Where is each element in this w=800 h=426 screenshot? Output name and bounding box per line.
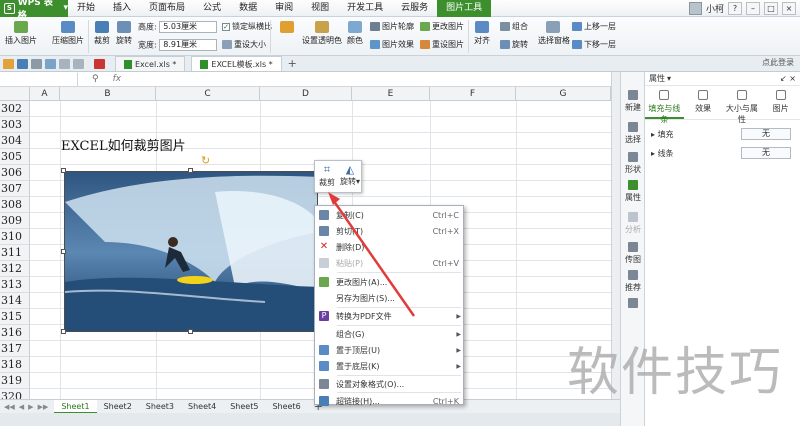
arrow-line [329, 196, 416, 317]
watermark-text: 软件技巧 [567, 343, 784, 403]
arrow-head [328, 192, 340, 205]
